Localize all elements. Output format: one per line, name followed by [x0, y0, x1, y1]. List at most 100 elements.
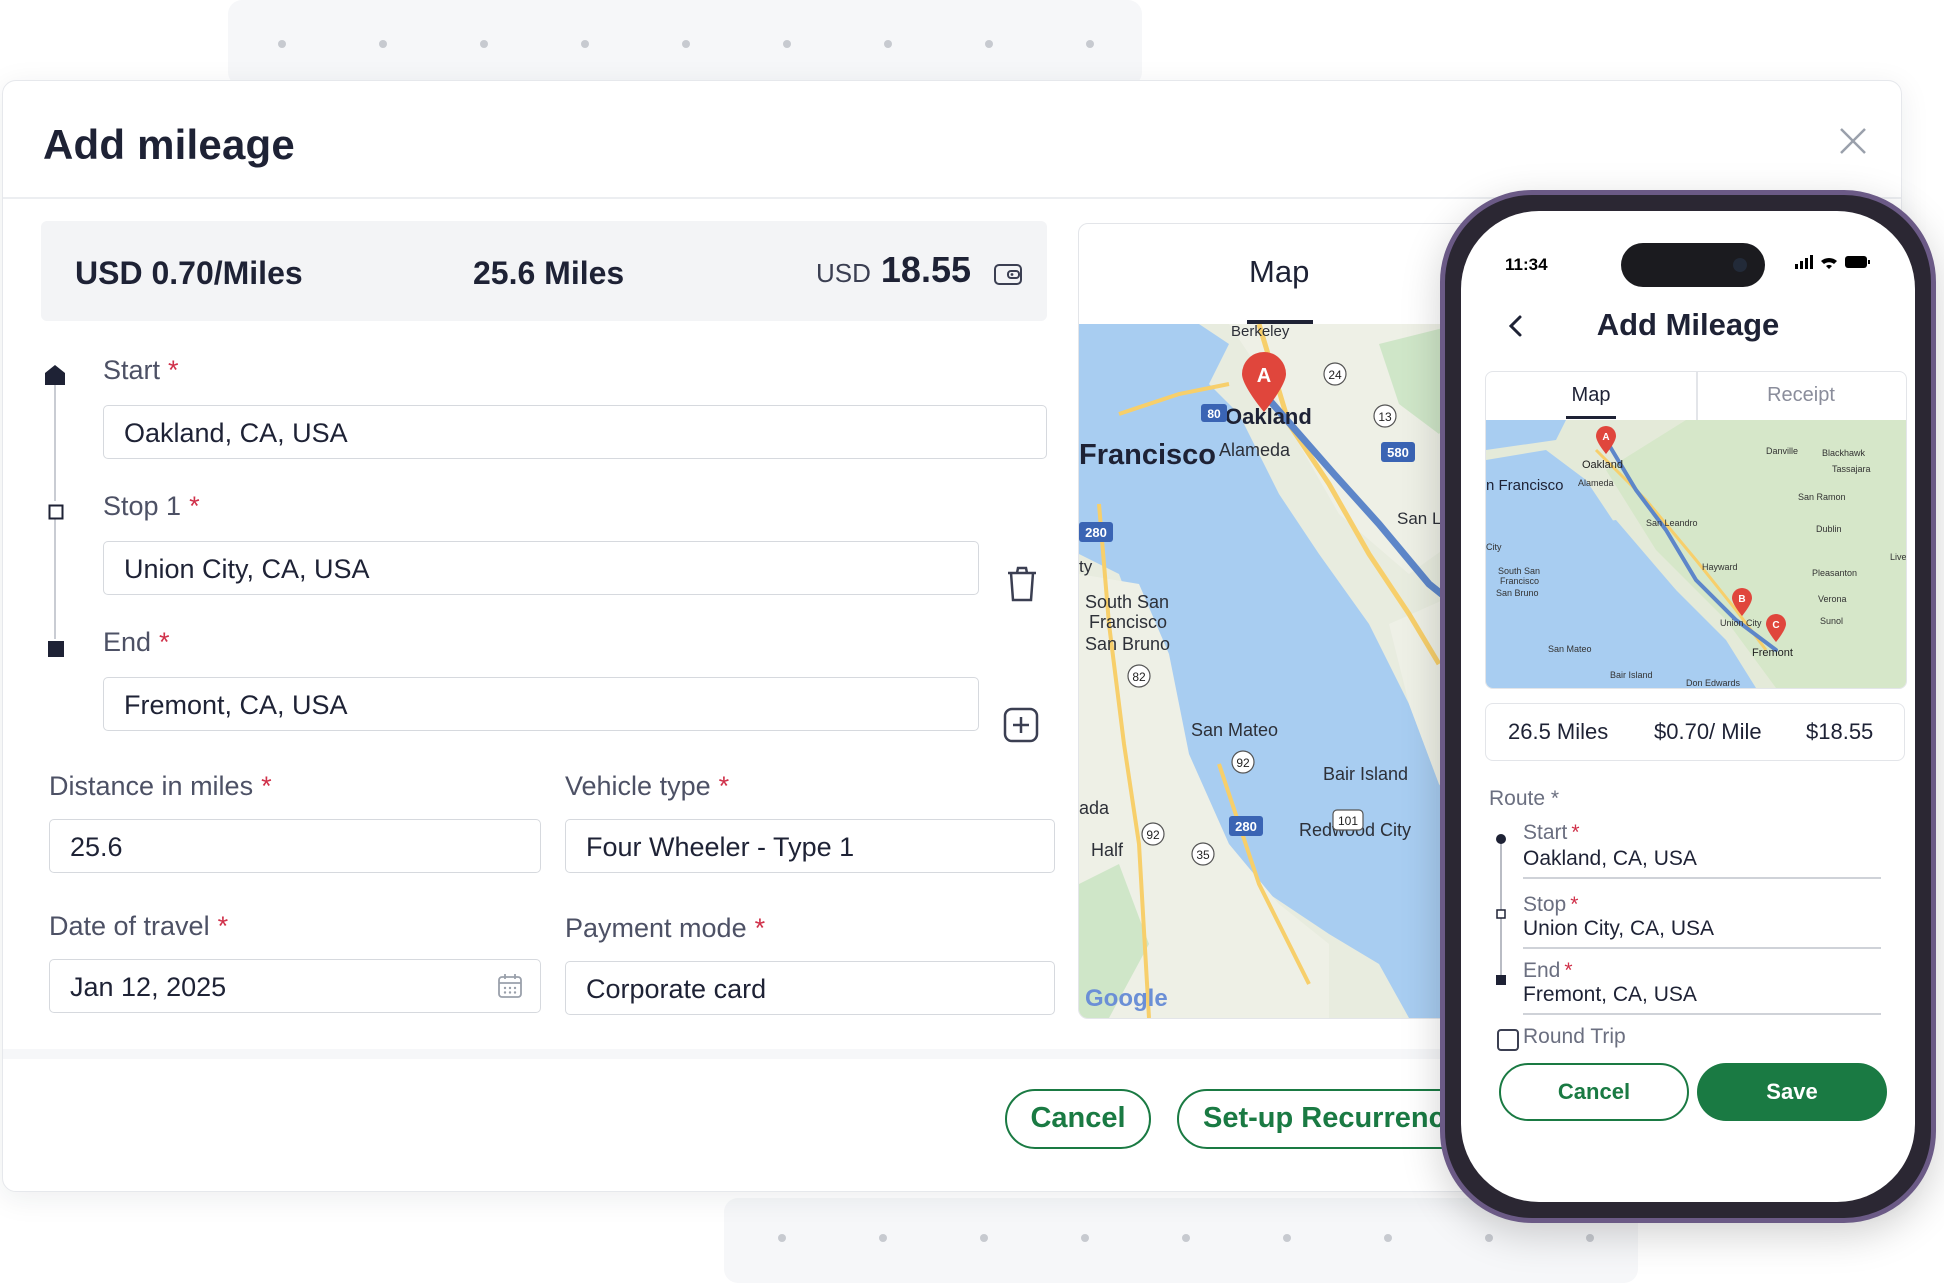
close-icon[interactable] [1831, 119, 1875, 163]
svg-text:280: 280 [1235, 819, 1257, 834]
highway-shield: 280 [1229, 816, 1263, 836]
decorative-dot [1283, 1234, 1291, 1242]
vehicle-type-select[interactable]: Four Wheeler - Type 1 [565, 819, 1055, 873]
distance-label: Distance in miles * [49, 771, 272, 801]
route-map[interactable]: A Berkeley Oakland Alameda Francisco San… [1079, 324, 1479, 1018]
end-square-icon [48, 641, 64, 657]
svg-text:Oakland: Oakland [1582, 459, 1623, 471]
phone-marker-a: A [1602, 432, 1609, 443]
decorative-dot [985, 40, 993, 48]
modal-title: Add mileage [43, 121, 295, 168]
decorative-dot [1086, 40, 1094, 48]
phone-start-input[interactable]: Oakland, CA, USA [1523, 847, 1697, 871]
decorative-dot [1081, 1234, 1089, 1242]
svg-text:Union City: Union City [1720, 618, 1762, 628]
phone-end-input[interactable]: Fremont, CA, USA [1523, 983, 1697, 1007]
stop-location-input[interactable]: Union City, CA, USA [103, 541, 979, 595]
highway-shield: 80 [1201, 404, 1227, 422]
start-dot-icon [1496, 834, 1506, 844]
decorative-dot [1384, 1234, 1392, 1242]
map-label-san-bruno: San Bruno [1085, 634, 1170, 654]
decorative-dot [581, 40, 589, 48]
svg-text:Danville: Danville [1766, 446, 1798, 456]
highway-shield: 92 [1141, 822, 1165, 846]
add-stop-icon[interactable] [1003, 707, 1039, 743]
vehicle-type-label: Vehicle type * [565, 771, 730, 801]
svg-text:101: 101 [1338, 814, 1358, 828]
delete-stop-icon[interactable] [1005, 565, 1039, 603]
round-trip-checkbox[interactable] [1497, 1029, 1519, 1051]
svg-text:City: City [1486, 542, 1502, 552]
phone-route-map[interactable]: A B C Oakland Alameda n Francisco Danvil… [1486, 420, 1906, 688]
svg-text:San Leandro: San Leandro [1646, 518, 1698, 528]
total-miles: 25.6 Miles [473, 255, 625, 291]
start-location-input[interactable]: Oakland, CA, USA [103, 405, 1047, 459]
map-label-ty: ty [1079, 557, 1093, 576]
end-location-input[interactable]: Fremont, CA, USA [103, 677, 979, 731]
end-square-icon [1496, 975, 1506, 985]
input-underline [1523, 1013, 1881, 1015]
map-label-ada: ada [1079, 798, 1110, 818]
phone-end-label: End * [1523, 959, 1573, 982]
total-currency: USD [816, 258, 871, 288]
date-of-travel-input[interactable]: Jan 12, 2025 [49, 959, 541, 1013]
decorative-dot [980, 1234, 988, 1242]
svg-text:280: 280 [1085, 525, 1107, 540]
svg-text:Tassajara: Tassajara [1832, 464, 1871, 474]
svg-text:Don Edwards: Don Edwards [1686, 678, 1741, 688]
total-amount: USD 18.55 [816, 249, 971, 291]
svg-text:80: 80 [1207, 407, 1221, 421]
decorative-dot [778, 1234, 786, 1242]
phone-tab-map[interactable]: Map [1486, 384, 1696, 407]
svg-text:Pleasanton: Pleasanton [1812, 568, 1857, 578]
highway-shield: 580 [1381, 442, 1415, 462]
decorative-dot [278, 40, 286, 48]
tab-map[interactable]: Map [1249, 254, 1309, 290]
calendar-icon[interactable] [497, 973, 523, 999]
phone-summary-rate: $0.70/ Mile [1654, 719, 1762, 744]
svg-text:Fremont: Fremont [1752, 647, 1793, 659]
svg-text:Dublin: Dublin [1816, 524, 1842, 534]
phone-map-card: Map Receipt A B C Oakland Alameda n Fran… [1485, 371, 1907, 689]
svg-text:Alameda: Alameda [1578, 478, 1614, 488]
phone-tab-map-underline [1566, 416, 1616, 419]
phone-page-title: Add Mileage [1596, 307, 1780, 342]
phone-mockup: 11:34 Add Mileage Map Receipt A B C Oakl… [1440, 190, 1936, 1223]
payment-mode-select[interactable]: Corporate card [565, 961, 1055, 1015]
setup-recurrence-button[interactable]: Set-up Recurrence [1177, 1089, 1477, 1149]
round-trip-label: Round Trip [1523, 1025, 1626, 1048]
map-label-alameda: Alameda [1219, 440, 1291, 460]
map-label-south-sf-2: Francisco [1089, 612, 1167, 632]
decorative-dot [1586, 1234, 1594, 1242]
dynamic-island [1621, 243, 1765, 287]
stop-label: Stop 1 * [103, 491, 200, 521]
phone-marker-c: C [1772, 620, 1779, 631]
map-label-south-sf: South San [1085, 592, 1169, 612]
phone-tab-receipt[interactable]: Receipt [1696, 384, 1906, 407]
svg-text:35: 35 [1196, 848, 1210, 862]
svg-text:Bair Island: Bair Island [1610, 670, 1653, 680]
phone-cancel-button[interactable]: Cancel [1499, 1063, 1689, 1121]
decorative-dot [884, 40, 892, 48]
date-of-travel-label: Date of travel * [49, 911, 229, 941]
cancel-button[interactable]: Cancel [1005, 1089, 1151, 1149]
svg-text:Francisco: Francisco [1500, 576, 1539, 586]
payment-mode-label: Payment mode * [565, 913, 766, 943]
phone-save-button[interactable]: Save [1697, 1063, 1887, 1121]
distance-input[interactable]: 25.6 [49, 819, 541, 873]
phone-stop-label: Stop * [1523, 893, 1579, 916]
decorative-dot [682, 40, 690, 48]
start-label: Start * [103, 355, 179, 385]
phone-start-label: Start * [1523, 821, 1580, 844]
svg-text:San Bruno: San Bruno [1496, 588, 1539, 598]
highway-shield: 13 [1373, 404, 1397, 428]
map-panel: Map A Berkeley Oakland Alameda Francisco… [1078, 223, 1480, 1019]
home-icon [45, 365, 65, 385]
map-label-san-mateo: San Mateo [1191, 720, 1278, 740]
svg-text:Blackhawk: Blackhawk [1822, 448, 1866, 458]
phone-stop-input[interactable]: Union City, CA, USA [1523, 917, 1714, 941]
highway-shield: 24 [1323, 362, 1347, 386]
rate-summary-bar: USD 0.70/Miles 25.6 Miles USD 18.55 [41, 221, 1047, 321]
phone-route-label: Route * [1489, 787, 1560, 810]
map-label-berkeley: Berkeley [1231, 324, 1290, 340]
